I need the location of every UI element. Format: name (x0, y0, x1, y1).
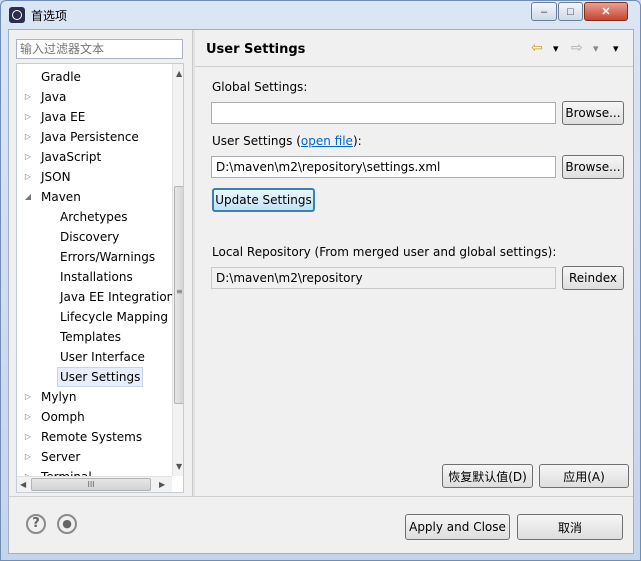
preference-tree: Gradle ▷ Java ▷ Java EE ▷ Java Persistence ▷ Jav… (16, 63, 184, 493)
open-file-link[interactable]: open file (301, 134, 353, 148)
preferences-window: 首选项 – □ ✕ Gradle ▷ Java ▷ Java EE ▷ Java Persi… (0, 0, 641, 561)
user-settings-label-suffix: ): (352, 134, 362, 148)
vertical-grip-icon: ≡ (176, 287, 183, 296)
update-settings-button[interactable]: Update Settings (212, 188, 315, 212)
tree-item-label: JSON (41, 170, 71, 184)
title-bar[interactable]: 首选项 – □ ✕ (1, 1, 640, 29)
collapse-triangle-icon[interactable]: ◢ (23, 187, 33, 207)
tree-item-label: User Settings (57, 367, 144, 387)
tree-item-label: Archetypes (60, 210, 128, 224)
back-menu-chevron-down-icon[interactable]: ▾ (553, 42, 559, 55)
filter-input[interactable] (16, 39, 183, 59)
apply-button[interactable]: 应用(A) (539, 464, 629, 488)
maximize-button[interactable]: □ (558, 2, 583, 21)
tree-item-label: Lifecycle Mapping (60, 310, 168, 324)
expand-triangle-icon[interactable]: ▷ (23, 167, 33, 187)
scroll-left-arrow-icon[interactable]: ◀ (20, 480, 26, 489)
scroll-up-arrow-icon[interactable]: ▲ (176, 69, 182, 78)
user-settings-label: User Settings (open file): (212, 134, 362, 148)
tree-item-label: Oomph (41, 410, 85, 424)
tree-item-label: Gradle (41, 70, 81, 84)
tree-item-label: Remote Systems (41, 430, 143, 444)
tree-item-label: Maven (41, 190, 81, 204)
local-repository-field[interactable] (211, 267, 556, 289)
tree-item-label: Mylyn (41, 390, 77, 404)
expand-triangle-icon[interactable]: ▷ (23, 407, 33, 427)
footer-separator (9, 496, 633, 497)
global-settings-label: Global Settings: (212, 80, 308, 94)
expand-triangle-icon[interactable]: ▷ (23, 447, 33, 467)
user-settings-label-prefix: User Settings ( (212, 134, 301, 148)
dialog-client-area: Gradle ▷ Java ▷ Java EE ▷ Java Persistence ▷ Jav… (8, 29, 634, 554)
page-title: User Settings (206, 42, 306, 57)
global-settings-field[interactable] (211, 102, 556, 124)
apply-and-close-button[interactable]: Apply and Close (405, 514, 510, 540)
record-macro-icon[interactable]: ● (57, 514, 77, 534)
tree-item-label: Java Persistence (41, 130, 139, 144)
scroll-right-arrow-icon[interactable]: ▶ (159, 480, 165, 489)
tree-item-label: Templates (60, 330, 122, 344)
cancel-button[interactable]: 取消 (517, 514, 623, 540)
tree-item-label: Server (41, 450, 81, 464)
view-menu-chevron-down-icon[interactable]: ▾ (613, 42, 619, 55)
forward-arrow-icon[interactable]: ⇨ (571, 40, 583, 56)
horizontal-grip-icon: III (87, 480, 95, 489)
tree-item-label: Java EE (41, 110, 86, 124)
tree-horizontal-scrollbar[interactable]: ◀ III ▶ (17, 476, 172, 492)
expand-triangle-icon[interactable]: ▷ (23, 147, 33, 167)
browse-user-button[interactable]: Browse... (562, 155, 624, 179)
forward-menu-chevron-down-icon[interactable]: ▾ (593, 42, 599, 55)
expand-triangle-icon[interactable]: ▷ (23, 107, 33, 127)
scroll-down-arrow-icon[interactable]: ▼ (176, 462, 182, 471)
tree-vertical-scrollbar[interactable]: ▲ ≡ ▼ (172, 64, 183, 476)
settings-page: User Settings ⇦ ▾ ⇨ ▾ ▾ Global Settings:… (195, 30, 633, 496)
restore-defaults-button[interactable]: 恢复默认值(D) (442, 464, 533, 488)
tree-item-label: Java (41, 90, 67, 104)
expand-triangle-icon[interactable]: ▷ (23, 127, 33, 147)
reindex-button[interactable]: Reindex (562, 266, 624, 290)
tree-item-label: JavaScript (41, 150, 102, 164)
back-arrow-icon[interactable]: ⇦ (531, 40, 543, 56)
tree-item-label: User Interface (60, 350, 145, 364)
tree-item-label: Java EE Integration (60, 290, 175, 304)
tree-item-label: Discovery (60, 230, 120, 244)
expand-triangle-icon[interactable]: ▷ (23, 387, 33, 407)
eclipse-app-icon (9, 7, 25, 23)
horizontal-scroll-thumb[interactable]: III (31, 478, 151, 491)
window-title: 首选项 (31, 9, 68, 23)
close-button[interactable]: ✕ (584, 2, 628, 21)
expand-triangle-icon[interactable]: ▷ (23, 427, 33, 447)
expand-triangle-icon[interactable]: ▷ (23, 87, 33, 107)
vertical-scroll-thumb[interactable]: ≡ (174, 186, 183, 404)
tree-item-label: Installations (60, 270, 133, 284)
user-settings-field[interactable] (211, 156, 556, 178)
minimize-button[interactable]: – (531, 2, 557, 21)
help-icon[interactable]: ? (26, 514, 46, 534)
browse-global-button[interactable]: Browse... (562, 101, 624, 125)
local-repository-label: Local Repository (From merged user and g… (212, 245, 557, 259)
tree-item-label: Errors/Warnings (60, 250, 156, 264)
header-separator (195, 66, 633, 67)
